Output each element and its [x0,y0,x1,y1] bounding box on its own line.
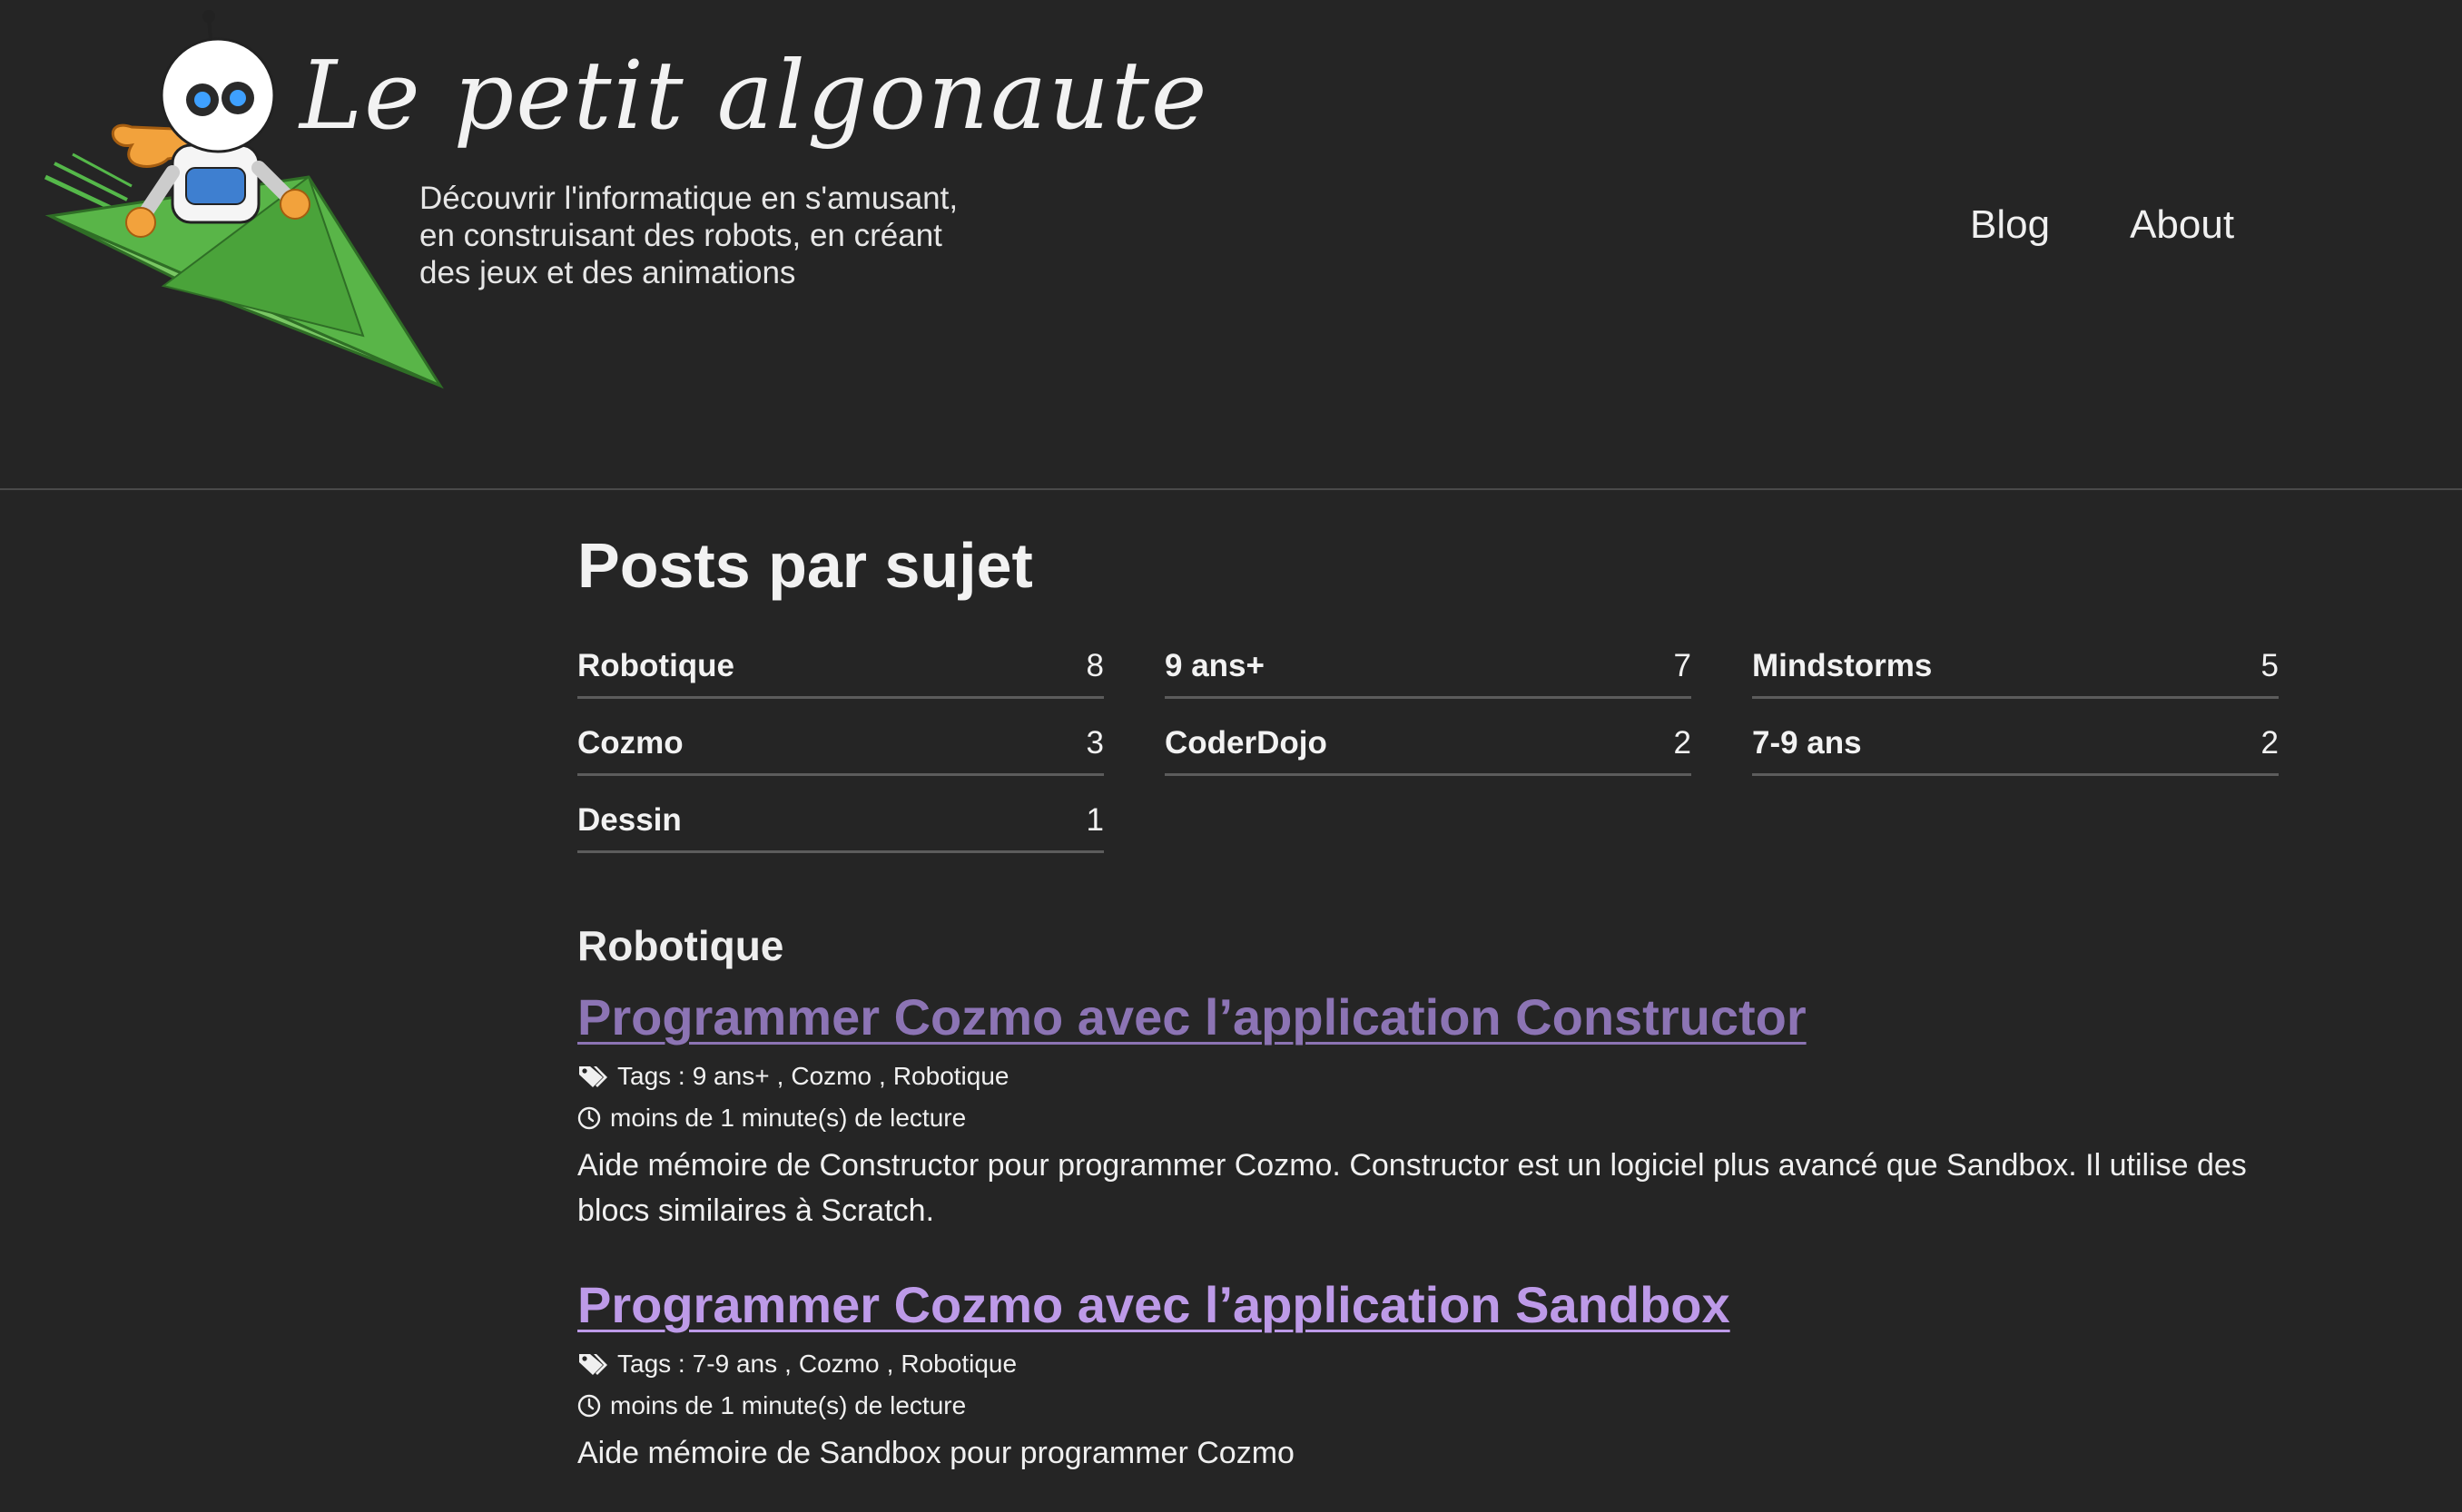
tagline-line: Découvrir l'informatique en s'amusant, [419,181,959,216]
tag-link[interactable]: 9 ans+ [693,1055,770,1097]
tag-name: Mindstorms [1752,647,1933,683]
post-title-link[interactable]: Programmer Cozmo avec l’application Sand… [577,1272,1730,1338]
tagline-line: des jeux et des animations [419,255,796,290]
post-title-link[interactable]: Programmer Cozmo avec l’application Cons… [577,985,1807,1050]
tag-link[interactable]: Cozmo [791,1055,872,1097]
tagline-line: en construisant des robots, en créant [419,218,942,253]
tags-icon [579,1066,607,1087]
tag-link[interactable]: 7-9 ans [693,1343,777,1385]
clock-icon [577,1394,601,1418]
post-item: Programmer Cozmo avec l’application Cons… [577,985,2279,1233]
tags-label: Tags : [617,1350,685,1378]
tag-link-mindstorms[interactable]: Mindstorms 5 [1752,635,2279,699]
nav-link-blog[interactable]: Blog [1970,198,2050,252]
tag-name: 7-9 ans [1752,724,1862,761]
post-tags: Tags : 7-9 ans , Cozmo , Robotique [577,1343,2279,1385]
post-tags: Tags : 9 ans+ , Cozmo , Robotique [577,1055,2279,1097]
tag-link[interactable]: Robotique [893,1055,1009,1097]
tag-count: 1 [1086,801,1104,838]
site-title[interactable]: Le petit algonaute [300,36,1208,154]
tag-count: 8 [1086,647,1104,683]
tag-link-cozmo[interactable]: Cozmo 3 [577,712,1104,776]
tag-name: Dessin [577,801,682,838]
section-heading-robotique: Robotique [577,922,784,969]
main-nav: Blog About [1970,198,2234,252]
tag-name: Cozmo [577,724,684,761]
site-tagline: Découvrir l'informatique en s'amusant, e… [419,180,1000,291]
reading-time-text: moins de 1 minute(s) de lecture [610,1104,967,1132]
tag-link[interactable]: Robotique [901,1343,1017,1385]
reading-time: moins de 1 minute(s) de lecture [577,1097,2279,1139]
post-excerpt: Aide mémoire de Sandbox pour programmer … [577,1436,1295,1470]
tag-link-7-9-ans[interactable]: 7-9 ans 2 [1752,712,2279,776]
tag-link-coderdojo[interactable]: CoderDojo 2 [1165,712,1691,776]
post-item: Programmer Cozmo avec l’application Sand… [577,1272,2279,1476]
tag-count: 5 [2260,647,2279,683]
tags-icon [579,1354,607,1375]
clock-icon [577,1106,601,1130]
tag-name: 9 ans+ [1165,647,1265,683]
tag-count: 2 [2260,724,2279,761]
nav-link-about[interactable]: About [2130,198,2234,252]
tag-link-9-ans-plus[interactable]: 9 ans+ 7 [1165,635,1691,699]
tag-name: Robotique [577,647,735,683]
post-excerpt: Aide mémoire de Constructor pour program… [577,1148,2247,1228]
tag-count: 2 [1673,724,1691,761]
tag-count: 7 [1673,647,1691,683]
site-header: Le petit algonaute Découvrir l'informati… [0,0,2462,490]
page-title: Posts par sujet [577,530,1033,601]
reading-time: moins de 1 minute(s) de lecture [577,1385,2279,1427]
tag-count: 3 [1086,724,1104,761]
reading-time-text: moins de 1 minute(s) de lecture [610,1391,967,1419]
tag-name: CoderDojo [1165,724,1327,761]
tags-label: Tags : [617,1062,685,1090]
tag-link[interactable]: Cozmo [799,1343,880,1385]
tag-link-dessin[interactable]: Dessin 1 [577,790,1104,853]
tag-link-robotique[interactable]: Robotique 8 [577,635,1104,699]
